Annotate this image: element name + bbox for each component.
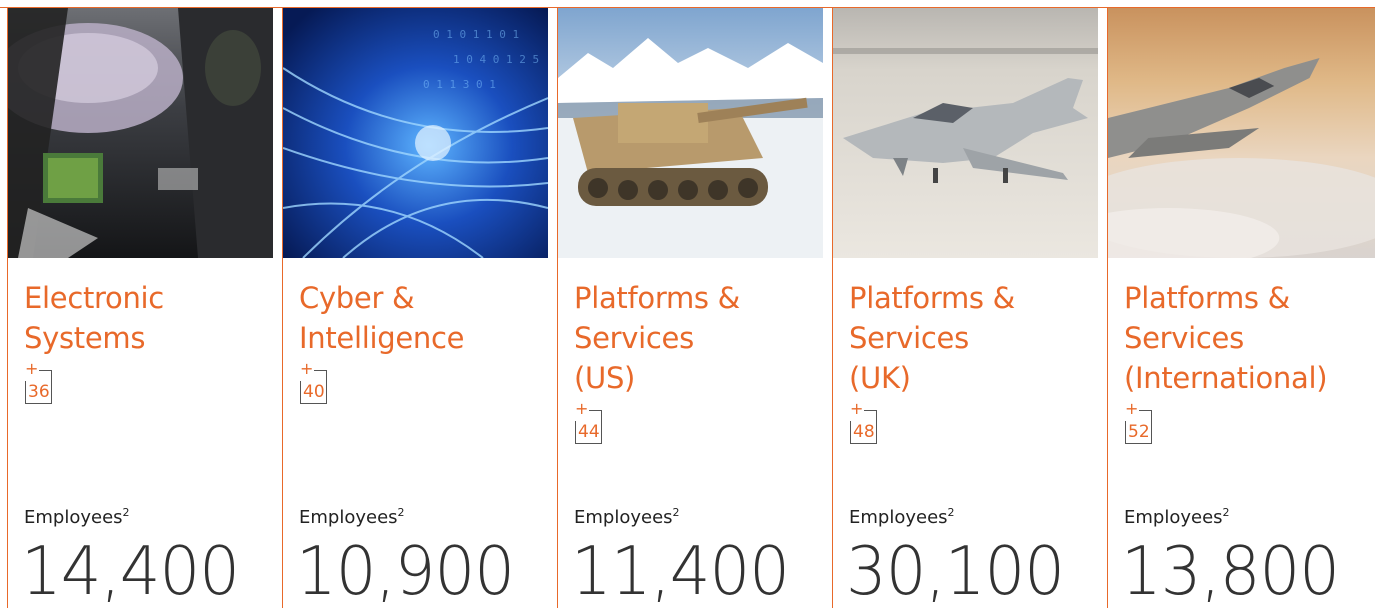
footnote-marker: 2 (122, 506, 130, 519)
employees-label: Employees2 (574, 506, 680, 528)
division-title: Platforms & Services (US) (574, 281, 740, 395)
division-title: Platforms & Services (International) (1124, 281, 1328, 395)
employees-label: Employees2 (1124, 506, 1230, 528)
employees-label: Employees2 (299, 506, 405, 528)
footnote-marker: 2 (1222, 506, 1230, 519)
svg-text:1 0 4 0 1 2 5: 1 0 4 0 1 2 5 (453, 53, 539, 66)
plus-icon: + (300, 359, 314, 378)
bracket-icon (314, 370, 326, 371)
footnote-marker: 2 (947, 506, 955, 519)
plus-icon: + (575, 399, 589, 418)
employees-count: 10,900 (296, 533, 515, 611)
employees-count: 14,400 (21, 533, 240, 611)
tank-snow-photo (558, 8, 823, 258)
employees-label: Employees2 (24, 506, 130, 528)
bracket-icon (864, 410, 876, 411)
division-title: Cyber & Intelligence (299, 281, 465, 355)
jet-clouds-photo (1108, 8, 1375, 258)
cockpit-photo (8, 8, 273, 258)
division-title: Platforms & Services (UK) (849, 281, 1015, 395)
plus-icon: + (850, 399, 864, 418)
jet-runway-photo (833, 8, 1098, 258)
division-column-cyber-intelligence: 0 1 0 1 1 0 1 1 0 4 0 1 2 5 0 1 1 3 0 1 … (282, 8, 548, 611)
page-reference-link[interactable]: + 44 (575, 399, 635, 451)
division-title: Electronic Systems (24, 281, 164, 355)
data-streams-photo: 0 1 0 1 1 0 1 1 0 4 0 1 2 5 0 1 1 3 0 1 (283, 8, 548, 258)
page-number: 52 (1128, 422, 1150, 442)
bracket-icon (589, 410, 601, 411)
footnote-marker: 2 (397, 506, 405, 519)
page-reference-link[interactable]: + 36 (25, 359, 85, 411)
svg-text:0 1 0 1 1 0 1: 0 1 0 1 1 0 1 (433, 28, 519, 41)
plus-icon: + (1125, 399, 1139, 418)
page-number: 40 (303, 382, 325, 402)
employees-count: 13,800 (1121, 533, 1340, 611)
page-reference-link[interactable]: + 52 (1125, 399, 1185, 451)
bracket-icon (39, 370, 51, 371)
employees-count: 11,400 (571, 533, 790, 611)
page-number: 48 (853, 422, 875, 442)
page-reference-link[interactable]: + 48 (850, 399, 910, 451)
division-column-platforms-services-uk: Platforms & Services (UK) + 48 Employees… (832, 8, 1098, 611)
footnote-marker: 2 (672, 506, 680, 519)
division-column-platforms-services-international: Platforms & Services (International) + 5… (1107, 8, 1375, 611)
division-column-platforms-services-us: Platforms & Services (US) + 44 Employees… (557, 8, 823, 611)
division-column-electronic-systems: Electronic Systems + 36 Employees2 14,40… (7, 8, 273, 611)
bracket-icon (1139, 410, 1151, 411)
plus-icon: + (25, 359, 39, 378)
page-reference-link[interactable]: + 40 (300, 359, 360, 411)
employees-count: 30,100 (846, 533, 1065, 611)
employees-label: Employees2 (849, 506, 955, 528)
svg-text:0 1 1 3 0 1: 0 1 1 3 0 1 (423, 78, 496, 91)
page-number: 44 (578, 422, 600, 442)
page-number: 36 (28, 382, 50, 402)
